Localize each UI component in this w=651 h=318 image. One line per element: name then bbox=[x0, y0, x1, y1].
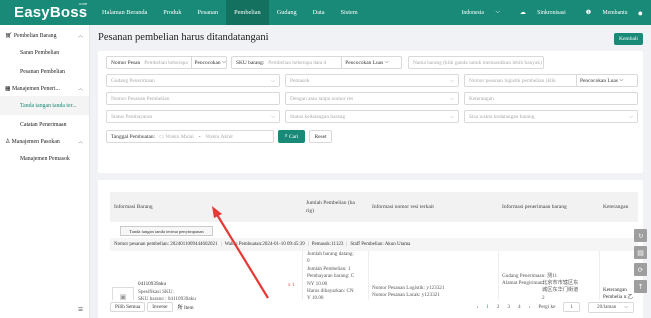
warehouse-icon: ▦ bbox=[5, 85, 11, 92]
column-header-penerimaan: Informasi penerimaan barang bbox=[502, 204, 567, 210]
nav-sistem[interactable]: Sistem bbox=[333, 0, 366, 25]
sidebar-item-tanda-tangan[interactable]: Tanda tangan tanda ter... bbox=[0, 96, 89, 115]
sisa-waktu-select[interactable]: Sisa waktu kedatangan barang ⌵ bbox=[464, 110, 638, 123]
page-nav: ‹ 1 2 3 4 › Pergi ke 1 20/laman ⌵ bbox=[473, 301, 639, 313]
page-4[interactable]: 4 bbox=[518, 304, 521, 310]
logistik-field[interactable]: Nomor pesanan logistik pembelian (klik P… bbox=[464, 74, 638, 87]
next-page-icon[interactable]: › bbox=[529, 304, 531, 310]
status-pembayaran-select[interactable]: Status Pembayaran ⌵ bbox=[106, 110, 280, 123]
search-icon: ⌕ bbox=[284, 133, 288, 139]
column-header-resi: Informasi nomor resi terkait bbox=[372, 204, 434, 210]
refresh-icon[interactable]: ↻ bbox=[634, 229, 647, 242]
help-button[interactable]: ❶ Membantu bbox=[576, 10, 628, 16]
nav-home[interactable]: Halaman Beranda bbox=[94, 0, 155, 25]
keterangan-input[interactable]: Keterangan bbox=[464, 92, 638, 105]
sidebar-item-saran-pembelian[interactable]: Saran Pembelian bbox=[0, 43, 89, 62]
chevron-down-icon: ⌵ bbox=[624, 303, 629, 310]
reset-button[interactable]: Reset bbox=[309, 130, 332, 143]
chevron-down-icon: ⌵ bbox=[629, 114, 633, 120]
goto-page-input[interactable]: 1 bbox=[563, 302, 580, 312]
chevron-down-icon: ⌵ bbox=[450, 114, 454, 120]
sku-field[interactable]: SKU barang: Pembelian beberapa data d Pe… bbox=[231, 56, 402, 69]
nav-produk[interactable]: Produk bbox=[155, 0, 189, 25]
resi-pelacakan: Nomor Pesanan Lacak: y123321 bbox=[372, 292, 440, 298]
sidebar-item-catatan-penerimaan[interactable]: Catatan Penerimaan bbox=[0, 115, 89, 134]
sidebar-group-pembelian[interactable]: 🛒︎ Pembelian Barang ︿ bbox=[0, 28, 89, 43]
page-2[interactable]: 2 bbox=[497, 304, 500, 310]
match-select[interactable]: Pencocokan ⌵ bbox=[190, 57, 226, 68]
users-icon: ♙ bbox=[5, 138, 11, 145]
search-button[interactable]: ⌕ Cari bbox=[278, 130, 305, 143]
nav-gudang[interactable]: Gudang bbox=[269, 0, 305, 25]
page-title: Pesanan pembelian harus ditandatangani bbox=[98, 32, 269, 43]
nomor-pesan-field[interactable]: Nomor Pesan Pembelian beberapa Pencocoka… bbox=[106, 56, 227, 69]
menu-collapse-icon[interactable]: ≡ bbox=[78, 304, 83, 314]
chevron-down-icon: ⌵ bbox=[495, 9, 500, 15]
nav-pesanan[interactable]: Pesanan bbox=[189, 0, 226, 25]
column-header-keterangan: Keterangan bbox=[603, 204, 629, 210]
prev-page-icon[interactable]: ‹ bbox=[477, 304, 479, 310]
product-code[interactable]: 04110939aku bbox=[138, 281, 166, 288]
cloud-icon: ☁ bbox=[519, 9, 526, 16]
sidebar-group-pasokan[interactable]: ♙ Manajemen Pasokan ︿ bbox=[0, 134, 89, 149]
main-nav: Halaman Beranda Produk Pesanan Pembelian… bbox=[94, 0, 366, 25]
tanggal-range[interactable]: Tanggal Pembuatan: ▭ Waktu Mulai - Waktu… bbox=[106, 130, 274, 143]
alamat-label: Alamat Pengiriman: bbox=[502, 280, 544, 286]
chevron-up-icon: ︿ bbox=[77, 34, 83, 39]
top-bar: EasyBoss .com Halaman Beranda Produk Pesa… bbox=[0, 0, 651, 25]
select-all-button[interactable]: Pilih Semua bbox=[110, 302, 146, 312]
rotate-icon[interactable]: ⟳ bbox=[634, 263, 647, 276]
chevron-up-icon: ︿ bbox=[77, 140, 83, 145]
back-to-top-icon[interactable]: ⤒ bbox=[634, 280, 647, 293]
gudang-select[interactable]: Gudang Penerimaan ⌵ bbox=[106, 74, 280, 87]
sidebar-item-manajemen-pemasok[interactable]: Manajemen Pemasok bbox=[0, 149, 89, 168]
match-select[interactable]: Pencocokan Luas ⌵ bbox=[576, 75, 623, 86]
cart-icon: 🛒︎ bbox=[5, 32, 13, 39]
chevron-down-icon: ⌵ bbox=[271, 78, 275, 84]
status-kedatangan-select[interactable]: Status kedatangan barang ⌵ bbox=[285, 110, 459, 123]
page-1[interactable]: 1 bbox=[486, 304, 489, 310]
nav-pembelian[interactable]: Pembelian bbox=[226, 0, 269, 25]
page-size-select[interactable]: 20/laman ⌵ bbox=[588, 301, 634, 313]
page-3[interactable]: 3 bbox=[507, 304, 510, 310]
filter-panel: Nomor Pesan Pembelian beberapa Pencocoka… bbox=[98, 51, 643, 173]
sidebar: 🛒︎ Pembelian Barang ︿ Saran Pembelian Pes… bbox=[0, 25, 90, 318]
invert-selection-button[interactable]: Inverse bbox=[147, 302, 173, 312]
document-icon[interactable]: ▤ bbox=[634, 246, 647, 259]
table-panel: Informasi Barang Jumlah Pembelian (ba ri… bbox=[98, 180, 643, 318]
calendar-icon: ▭ bbox=[159, 133, 165, 140]
product-qty: x 1 bbox=[288, 282, 295, 288]
pemasok-select[interactable]: Pemasok ⌵ bbox=[285, 74, 459, 87]
top-right-actions: Indonesia ⌵ ☁ Sinkronisasi ❶ Membantu ● bbox=[441, 0, 643, 25]
sign-receipt-button[interactable]: Tanda tangan tanda terima penyimpanan bbox=[120, 226, 213, 236]
item-count: 所 Item bbox=[177, 304, 194, 311]
user-avatar-icon[interactable]: ● bbox=[638, 8, 643, 18]
qty-details: Jumlah barang datang: 0 Jumlah Pembelian… bbox=[307, 251, 355, 302]
nama-barang-input[interactable]: Nama barang (klik ganda untuk memasukkan… bbox=[408, 56, 544, 69]
language-select[interactable]: Indonesia ⌵ bbox=[451, 9, 499, 16]
sync-button[interactable]: ☁ Sinkronisasi bbox=[510, 10, 566, 16]
column-header-jumlah: Jumlah Pembelian (ba rig) bbox=[306, 200, 355, 214]
order-info-row: Nomor pesanan pembelian: 202401100944460… bbox=[110, 238, 638, 251]
help-icon: ❶ bbox=[585, 9, 591, 16]
chevron-up-icon: ︿ bbox=[77, 87, 83, 92]
alamat-value: 北京市市辖区东 城区东华门街道 2 bbox=[542, 280, 579, 301]
pagination-bar: Pilih Semua Inverse 所 Item ‹ 1 2 3 4 › P… bbox=[110, 300, 638, 314]
sidebar-group-penerimaan[interactable]: ▦ Manajemen Peneri... ︿ bbox=[0, 81, 89, 96]
match-select[interactable]: Pencocokan Luas ⌵ bbox=[341, 57, 389, 68]
nomor-pembelian-input[interactable]: Nomor Pesanan Pembelian bbox=[106, 92, 280, 105]
main-content: Pesanan pembelian harus ditandatangani K… bbox=[92, 25, 651, 318]
table-header: Informasi Barang Jumlah Pembelian (ba ri… bbox=[110, 192, 638, 222]
sidebar-item-pesanan-pembelian[interactable]: Pesanan Pembelian bbox=[0, 62, 89, 81]
back-button[interactable]: Kembali bbox=[614, 33, 643, 45]
goto-label: Pergi ke bbox=[538, 304, 556, 310]
floating-tools: ↻ ▤ ⟳ ⤒ bbox=[634, 229, 647, 297]
column-header-informasi-barang: Informasi Barang bbox=[114, 204, 153, 210]
chevron-down-icon: ⌵ bbox=[271, 114, 275, 120]
nav-data[interactable]: Data bbox=[305, 0, 333, 25]
app-logo[interactable]: EasyBoss .com bbox=[14, 1, 94, 21]
chevron-down-icon: ⌵ bbox=[450, 96, 454, 102]
dengan-resi-select[interactable]: Dengan atau tanpa nomor res ⌵ bbox=[285, 92, 459, 105]
chevron-down-icon: ⌵ bbox=[450, 78, 454, 84]
